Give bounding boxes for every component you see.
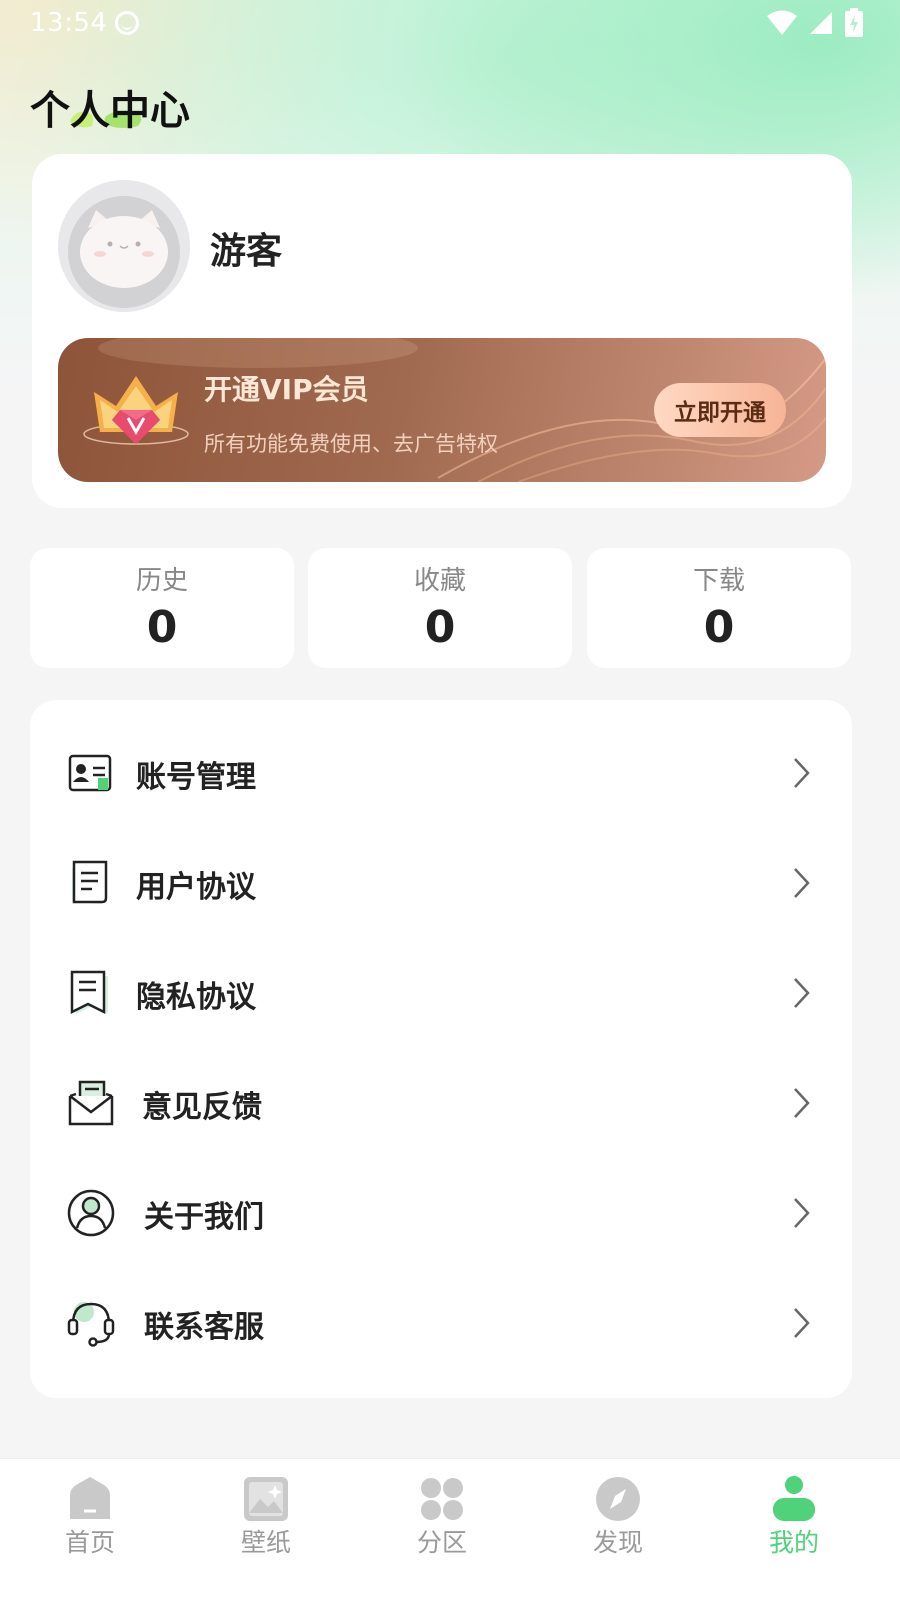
menu-item-account[interactable]: 账号管理 [30, 718, 852, 828]
status-icons [766, 8, 864, 38]
open-vip-button[interactable]: 立即开通 [654, 383, 786, 437]
username[interactable]: 游客 [210, 222, 282, 274]
menu-card: 账号管理 用户协议 隐私协议 意见反馈 关于我们 联系客服 [30, 700, 852, 1398]
grid-icon [421, 1478, 463, 1520]
stat-value: 0 [146, 602, 178, 653]
status-time: 13:54 [30, 8, 108, 38]
cat-avatar-icon [58, 180, 190, 312]
tab-label: 我的 [768, 1528, 819, 1557]
stat-label: 历史 [135, 566, 188, 596]
chevron-right-icon [794, 868, 810, 898]
tab-mine[interactable]: 我的 [704, 1459, 884, 1600]
menu-item-about[interactable]: 关于我们 [30, 1158, 852, 1268]
menu-item-feedback[interactable]: 意见反馈 [30, 1048, 852, 1158]
menu-item-label: 账号管理 [136, 760, 256, 795]
person-icon [773, 1476, 815, 1521]
menu-item-label: 联系客服 [144, 1310, 264, 1345]
battery-icon [845, 8, 863, 37]
notification-face-icon [115, 11, 140, 35]
vip-title: 开通VIP会员 [204, 373, 369, 406]
tab-category[interactable]: 分区 [352, 1459, 532, 1600]
stats-row: 历史 0 收藏 0 下载 0 [30, 548, 852, 668]
tab-label: 壁纸 [240, 1528, 291, 1557]
status-bar: 13:54 [0, 0, 900, 46]
stat-label: 收藏 [413, 566, 466, 596]
menu-item-label: 意见反馈 [142, 1090, 262, 1125]
tab-discover[interactable]: 发现 [528, 1459, 708, 1600]
tab-wallpaper[interactable]: 壁纸 [176, 1459, 356, 1600]
tab-label: 发现 [592, 1528, 643, 1557]
vip-subtitle: 所有功能免费使用、去广告特权 [204, 432, 498, 456]
stat-value: 0 [424, 602, 456, 653]
menu-item-customer-service[interactable]: 联系客服 [30, 1268, 852, 1378]
stat-value: 0 [703, 602, 735, 653]
menu-item-privacy[interactable]: 隐私协议 [30, 938, 852, 1048]
tab-home[interactable]: 首页 [0, 1459, 180, 1600]
user-circle-icon [67, 1189, 115, 1237]
stat-favorites[interactable]: 收藏 0 [308, 548, 572, 668]
signal-icon [810, 12, 832, 34]
profile-card: 游客 开通VIP会员 所有功能免费使用、去广告特权 立即开通 [32, 154, 852, 508]
image-icon [244, 1477, 288, 1521]
bookmark-document-icon [70, 970, 108, 1015]
avatar[interactable] [58, 180, 190, 312]
chevron-right-icon [794, 1088, 810, 1118]
document-icon [72, 860, 108, 904]
menu-item-label: 关于我们 [144, 1200, 264, 1235]
mail-icon [68, 1080, 114, 1126]
stat-label: 下载 [692, 566, 745, 596]
wifi-icon [767, 10, 797, 35]
page-title: 个人中心 [30, 88, 190, 134]
tab-label: 分区 [416, 1528, 467, 1557]
chevron-right-icon [794, 758, 810, 788]
vip-crown-icon [83, 376, 189, 445]
vip-banner[interactable]: 开通VIP会员 所有功能免费使用、去广告特权 立即开通 [58, 338, 826, 482]
chevron-right-icon [794, 1308, 810, 1338]
bottom-tab-bar: 首页 壁纸 分区 发现 我的 [0, 1458, 900, 1600]
chevron-right-icon [794, 1198, 810, 1228]
home-icon [70, 1477, 110, 1519]
chevron-right-icon [794, 978, 810, 1008]
compass-icon [596, 1477, 640, 1521]
menu-item-user-agreement[interactable]: 用户协议 [30, 828, 852, 938]
tab-label: 首页 [64, 1528, 115, 1557]
menu-item-label: 隐私协议 [136, 980, 256, 1015]
id-card-icon [68, 754, 112, 792]
stat-downloads[interactable]: 下载 0 [587, 548, 851, 668]
menu-item-label: 用户协议 [136, 870, 256, 905]
stat-history[interactable]: 历史 0 [30, 548, 294, 668]
headset-icon [67, 1302, 115, 1347]
